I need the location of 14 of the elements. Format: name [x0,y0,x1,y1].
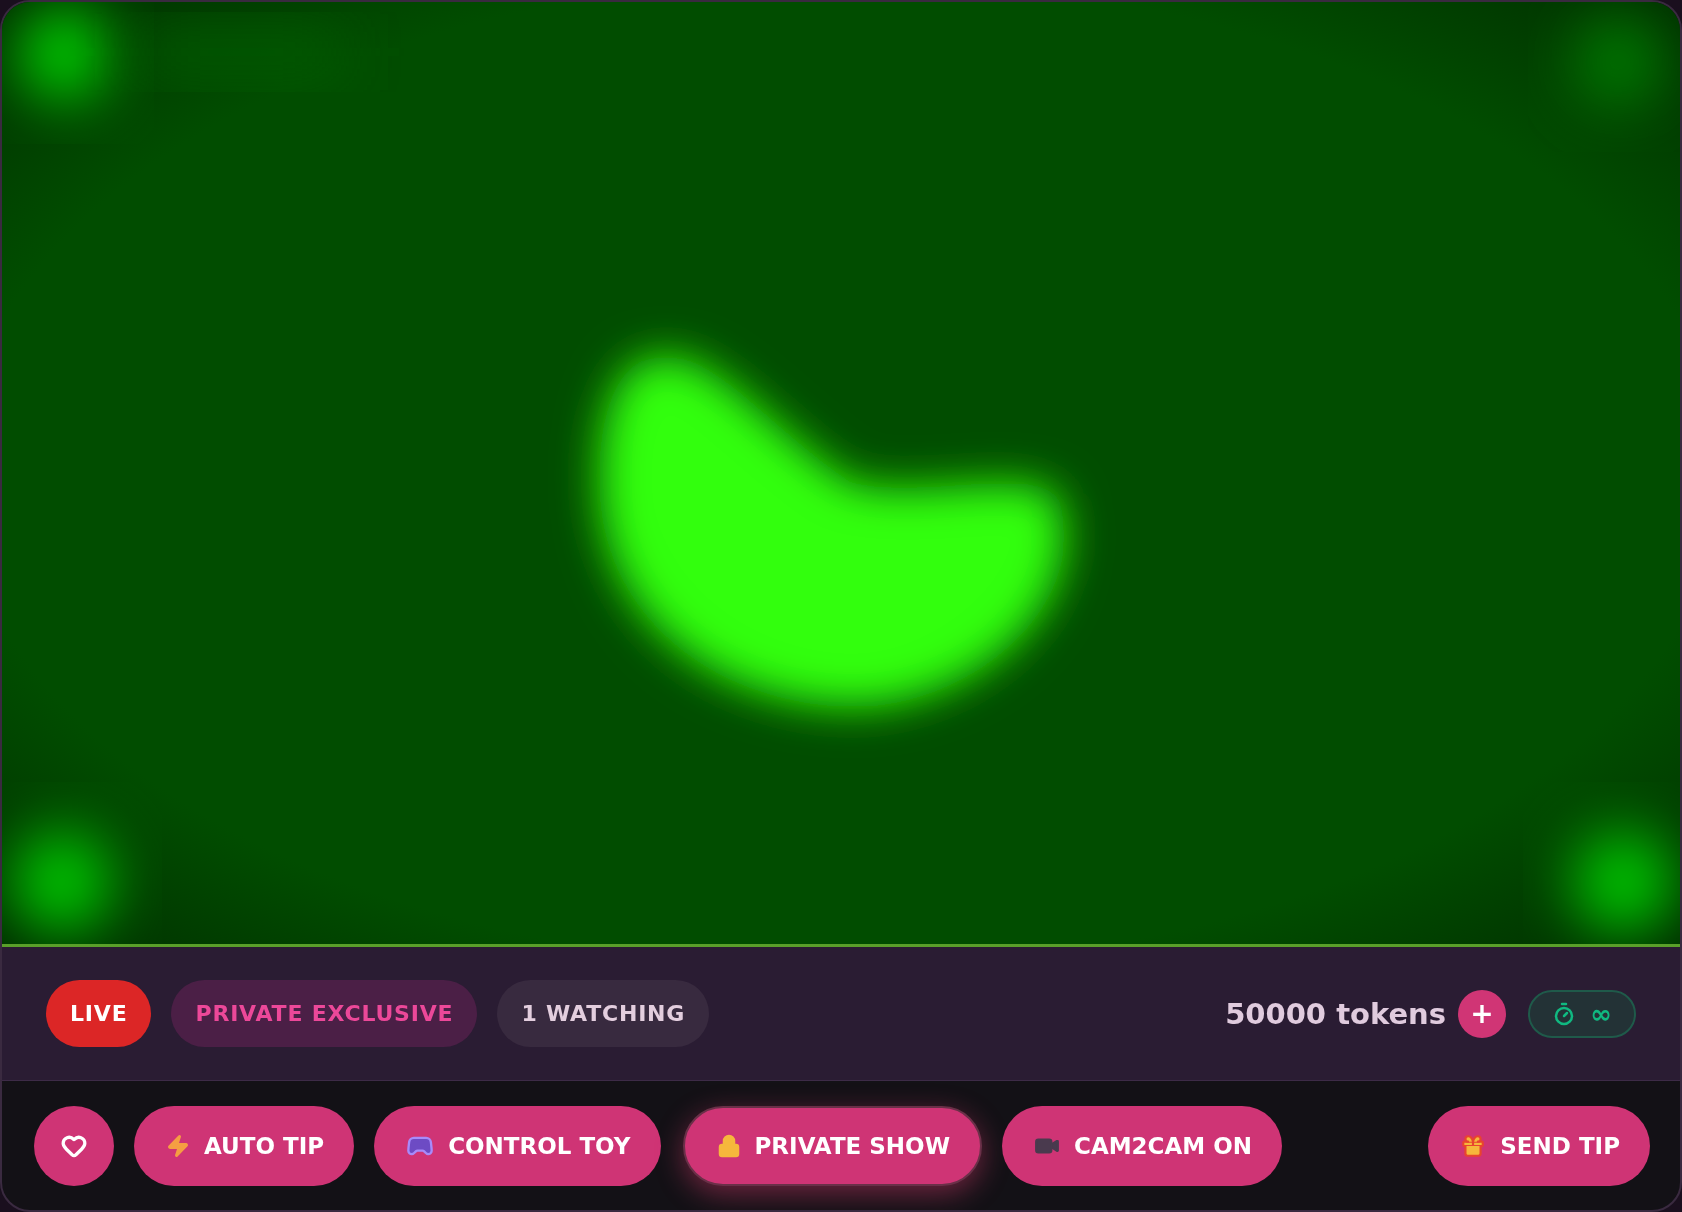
lock-icon [716,1133,741,1158]
infinity-label: ∞ [1590,998,1612,1029]
send-tip-button[interactable]: SEND TIP [1428,1105,1650,1186]
viewer-count-badge: 1 WATCHING [497,980,710,1047]
show-mode-badge: PRIVATE EXCLUSIVE [171,980,478,1047]
live-badge: LIVE [46,980,152,1047]
gift-icon [1460,1132,1487,1159]
private-show-button[interactable]: PRIVATE SHOW [682,1105,983,1186]
cam2cam-button[interactable]: CAM2CAM ON [1002,1105,1282,1186]
lightning-icon [166,1133,190,1158]
add-tokens-button[interactable]: + [1458,989,1506,1038]
token-balance: 50000 tokens [1225,996,1446,1031]
control-toy-button[interactable]: CONTROL TOY [374,1105,661,1186]
auto-tip-button[interactable]: AUTO TIP [134,1105,355,1186]
